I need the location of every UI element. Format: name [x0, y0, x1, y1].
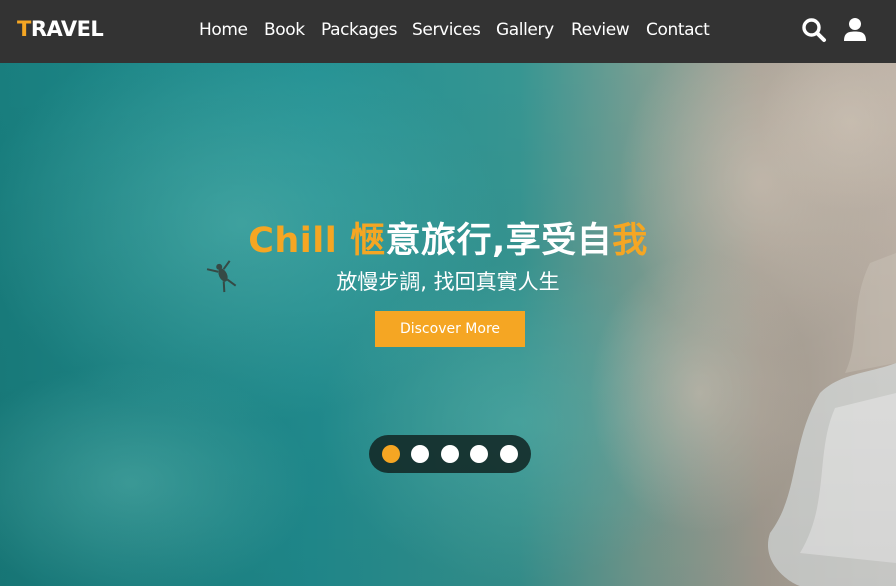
search-icon[interactable]: [801, 16, 827, 44]
slider-dot-3[interactable]: [441, 445, 459, 463]
hero-subtitle: 放慢步調, 找回真實人生: [336, 270, 560, 294]
hero-title-accent-end: 我: [612, 221, 648, 261]
slider-dot-1[interactable]: [382, 445, 400, 463]
slider-pagination: [369, 435, 531, 473]
nav-link-contact[interactable]: Contact: [646, 20, 710, 40]
user-icon[interactable]: [842, 16, 868, 44]
top-navbar: TRAVEL Home Book Packages Services Galle…: [0, 0, 896, 63]
main-nav: Home Book Packages Services Gallery Revi…: [0, 20, 896, 44]
nav-link-packages[interactable]: Packages: [321, 20, 398, 40]
nav-link-review[interactable]: Review: [571, 20, 630, 40]
nav-link-services[interactable]: Services: [412, 20, 481, 40]
slider-dot-2[interactable]: [411, 445, 429, 463]
discover-more-button[interactable]: Discover More: [375, 311, 525, 347]
slider-dot-4[interactable]: [470, 445, 488, 463]
hero-title: Chill 愜意旅行,享受自我: [0, 212, 896, 263]
nav-link-book[interactable]: Book: [264, 20, 305, 40]
nav-link-gallery[interactable]: Gallery: [496, 20, 554, 40]
nav-link-home[interactable]: Home: [199, 20, 248, 40]
hero-title-main: 意旅行,享受自: [385, 221, 613, 261]
hero-banner: Chill 愜意旅行,享受自我 放慢步調, 找回真實人生 Discover Mo…: [0, 63, 896, 586]
hero-title-accent-start: Chill 愜: [248, 221, 386, 261]
slider-dot-5[interactable]: [500, 445, 518, 463]
